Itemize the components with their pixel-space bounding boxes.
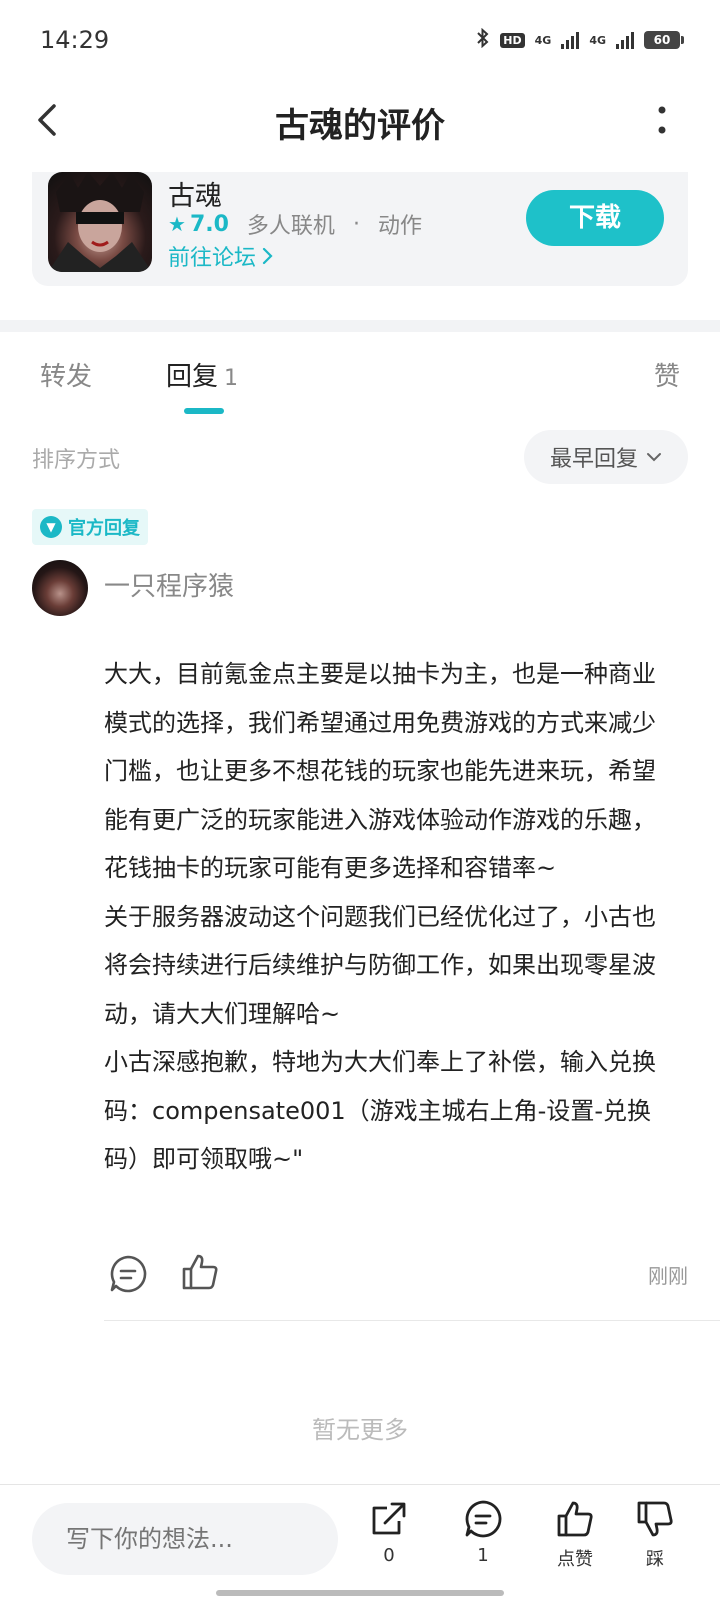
tab-reply[interactable]: 回复 1 — [166, 356, 238, 393]
official-badge-label: 官方回复 — [68, 518, 140, 539]
download-button[interactable]: 下载 — [526, 190, 664, 246]
share-count: 0 — [383, 1545, 395, 1566]
reply-time: 刚刚 — [648, 1264, 688, 1288]
comment-icon[interactable] — [108, 1254, 148, 1294]
no-more-text: 暂无更多 — [312, 1416, 408, 1444]
status-icons: HD 4G 4G 60 — [476, 27, 684, 52]
status-time: 14:29 — [40, 26, 110, 54]
forum-link[interactable]: 前往论坛 — [168, 240, 274, 272]
comment-input[interactable] — [32, 1503, 338, 1575]
bluetooth-icon — [476, 27, 490, 52]
dislike-button[interactable]: 踩 — [620, 1499, 690, 1571]
official-badge-icon: ▼ — [40, 516, 62, 538]
share-button[interactable]: 0 — [354, 1499, 424, 1566]
comment-count: 1 — [477, 1545, 489, 1566]
more-icon[interactable] — [654, 104, 670, 140]
username[interactable]: 一只程序猿 — [104, 566, 234, 603]
status-bar: 14:29 HD 4G 4G 60 — [0, 0, 720, 80]
reply-paragraph: 关于服务器波动这个问题我们已经优化过了，小古也将会持续进行后续维护与防御工作，如… — [104, 902, 656, 1028]
tab-reply-label: 回复 — [166, 362, 219, 392]
tab-reply-count: 1 — [224, 366, 239, 391]
tab-forward[interactable]: 转发 — [40, 356, 92, 393]
like-button[interactable]: 点赞 — [540, 1499, 610, 1571]
tag-separator: · — [352, 211, 360, 237]
game-meta: ★ 7.0 多人联机 · 动作 — [168, 208, 422, 240]
network-label-2: 4G — [589, 33, 606, 47]
dislike-label: 踩 — [646, 1549, 664, 1570]
home-indicator[interactable] — [216, 1590, 504, 1596]
game-cover-image[interactable] — [48, 172, 152, 272]
like-label: 点赞 — [557, 1549, 593, 1570]
reply-actions: 刚刚 — [104, 1250, 688, 1300]
star-icon: ★ — [168, 212, 186, 236]
bottom-action-bar: 0 1 点赞 踩 — [0, 1484, 720, 1600]
tab-indicator — [184, 408, 224, 414]
sort-selected-value: 最早回复 — [549, 447, 638, 472]
signal-icon-2 — [616, 31, 634, 49]
section-divider — [0, 320, 720, 332]
hd-badge: HD — [500, 32, 525, 48]
sort-dropdown[interactable]: 最早回复 — [524, 430, 688, 484]
comment-button[interactable]: 1 — [448, 1499, 518, 1566]
thumbs-up-icon[interactable] — [180, 1252, 220, 1292]
thumbs-up-icon — [557, 1501, 593, 1537]
reply-paragraph: 小古深感抱歉，特地为大大们奉上了补偿，输入兑换码：compensate001（游… — [104, 1048, 656, 1173]
share-icon — [372, 1502, 406, 1535]
game-tag: 多人联机 — [246, 214, 335, 239]
tab-like[interactable]: 赞 — [654, 356, 680, 393]
thumbs-down-icon — [637, 1501, 673, 1537]
comment-icon — [465, 1500, 502, 1538]
avatar[interactable] — [32, 560, 88, 616]
reply-divider — [104, 1320, 720, 1321]
network-label-1: 4G — [534, 33, 552, 47]
game-rating: 7.0 — [189, 211, 229, 237]
page-title: 古魂的评价 — [275, 106, 445, 146]
game-card[interactable]: 古魂 ★ 7.0 多人联机 · 动作 前往论坛 下载 — [32, 172, 688, 286]
tab-bar: 转发 回复 1 赞 — [0, 348, 720, 418]
battery-icon: 60 — [644, 31, 684, 49]
official-reply-badge: ▼ 官方回复 — [32, 509, 148, 545]
signal-icon-1 — [561, 31, 580, 49]
chevron-down-icon — [647, 453, 661, 462]
reply-paragraph: 大大，目前氪金点主要是以抽卡为主，也是一种商业模式的选择，我们希望通过用免费游戏… — [104, 660, 656, 882]
sort-label: 排序方式 — [32, 448, 121, 473]
game-tag: 动作 — [377, 214, 422, 239]
reply-content: 大大，目前氪金点主要是以抽卡为主，也是一种商业模式的选择，我们希望通过用免费游戏… — [104, 650, 674, 1184]
chevron-right-icon — [262, 247, 273, 265]
nav-bar: 古魂的评价 — [0, 80, 720, 160]
forum-link-label: 前往论坛 — [168, 246, 257, 271]
